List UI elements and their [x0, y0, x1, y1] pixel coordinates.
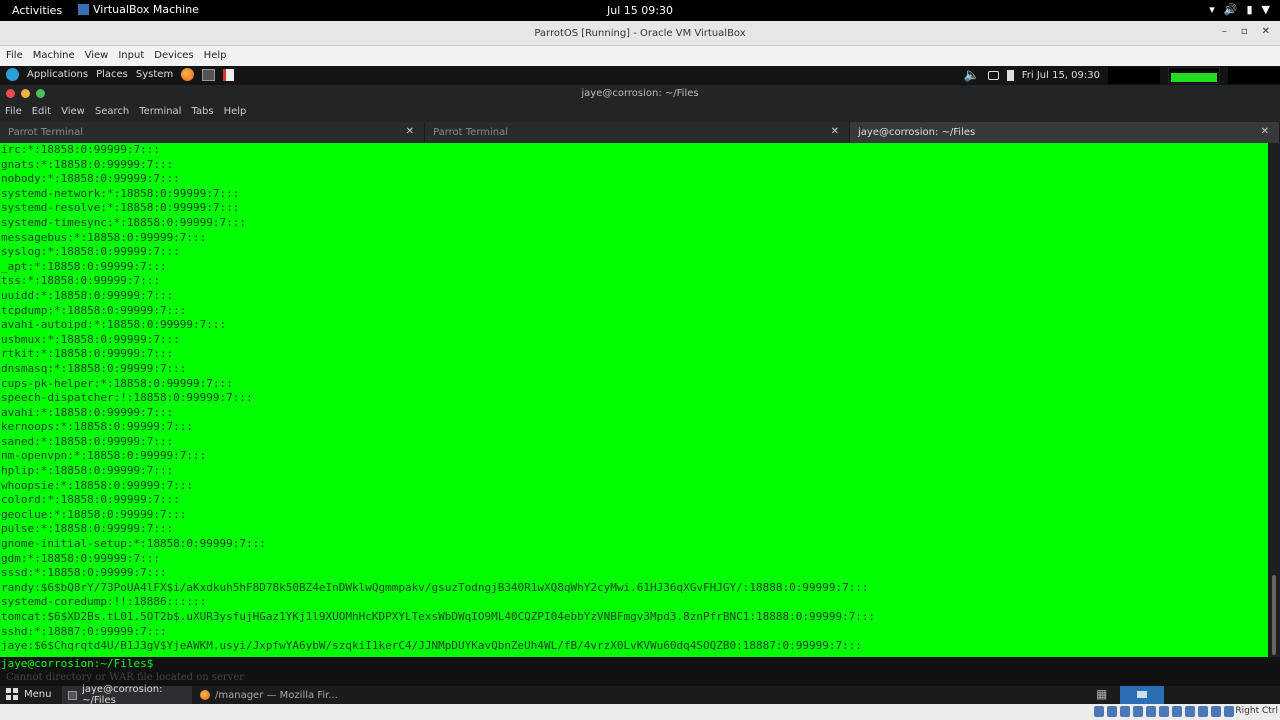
panel-menu-system[interactable]: System [136, 69, 173, 80]
terminal-menu-view[interactable]: View [61, 103, 91, 122]
gnome-top-bar: Activities VirtualBox Machine Jul 15 09:… [0, 0, 1280, 21]
taskbar-item-terminal[interactable]: jaye@corrosion: ~/Files [62, 684, 192, 706]
device-status-icons[interactable] [1094, 706, 1234, 717]
scrollbar-thumb[interactable] [1272, 575, 1276, 655]
host-key-label: Right Ctrl [1235, 706, 1278, 716]
wifi-icon: ▾ [1209, 3, 1215, 16]
usb-icon[interactable] [1146, 706, 1156, 717]
show-desktop-icon[interactable]: ▦ [1096, 687, 1120, 703]
terminal-title: jaye@corrosion: ~/Files [581, 88, 699, 99]
terminal-output[interactable]: irc:*:18858:0:99999:7::: gnats:*:18858:0… [0, 143, 1268, 657]
terminal-menu-terminal[interactable]: Terminal [139, 103, 187, 122]
system-tray[interactable]: ▾ 🔊 ▮ ▼ [1209, 3, 1270, 16]
keyboard-icon[interactable] [1224, 706, 1234, 717]
volume-icon[interactable]: 🔈 [964, 68, 980, 83]
panel-menu-applications[interactable]: Applications [27, 69, 88, 80]
firefox-launcher-icon[interactable] [181, 68, 195, 81]
taskbar-menu-label: Menu [24, 688, 52, 700]
terminal-icon [68, 690, 78, 700]
shared-folder-icon[interactable] [1159, 706, 1169, 717]
panel-clock[interactable]: Fri Jul 15, 09:30 [1022, 70, 1100, 81]
tab-close-icon[interactable]: ✕ [406, 126, 414, 137]
menu-help[interactable]: Help [203, 46, 232, 66]
taskbar-item-label: /manager — Mozilla Fir... [215, 689, 338, 701]
parrot-logo-icon[interactable] [6, 68, 19, 81]
text-editor-launcher-icon[interactable] [223, 68, 235, 81]
virtualbox-icon [78, 4, 89, 15]
terminal-menu-edit[interactable]: Edit [32, 103, 57, 122]
tab-parrot-terminal-2[interactable]: Parrot Terminal ✕ [425, 122, 850, 143]
tab-parrot-terminal-1[interactable]: Parrot Terminal ✕ [0, 122, 425, 143]
activities-button[interactable]: Activities [12, 4, 62, 17]
menu-grid-icon [6, 688, 18, 700]
shadow-file-contents: irc:*:18858:0:99999:7::: gnats:*:18858:0… [1, 143, 876, 653]
mate-top-panel: Applications Places System 🔈 Fri Jul 15,… [0, 66, 1280, 85]
battery-icon: ▮ [1246, 3, 1253, 16]
taskbar-menu-button[interactable]: Menu [6, 688, 51, 700]
terminal-menu-file[interactable]: File [5, 103, 28, 122]
terminal-launcher-icon[interactable] [202, 68, 216, 81]
terminal-tabs: Parrot Terminal ✕ Parrot Terminal ✕ jaye… [0, 122, 1280, 143]
close-icon[interactable]: ✕ [1262, 26, 1270, 37]
guest-display[interactable]: Applications Places System 🔈 Fri Jul 15,… [0, 66, 1280, 706]
terminal-titlebar: jaye@corrosion: ~/Files [0, 85, 1280, 103]
display-icon[interactable] [1172, 706, 1182, 717]
menu-file[interactable]: File [5, 46, 28, 66]
terminal-menu-tabs[interactable]: Tabs [191, 103, 219, 122]
power-menu-icon: ▼ [1261, 3, 1270, 16]
app-menu-label: VirtualBox Machine [93, 3, 199, 16]
firefox-icon [200, 690, 210, 700]
audio-icon[interactable] [1120, 706, 1130, 717]
tab-label: Parrot Terminal [433, 127, 509, 138]
network-icon[interactable] [1133, 706, 1143, 717]
cpu-icon[interactable] [1198, 706, 1208, 717]
tab-files[interactable]: jaye@corrosion: ~/Files ✕ [850, 122, 1280, 143]
optical-drive-icon[interactable] [1107, 706, 1117, 717]
mate-bottom-panel: Menu jaye@corrosion: ~/Files /manager — … [0, 684, 1280, 706]
terminal-menubar: File Edit View Search Terminal Tabs Help [0, 103, 1280, 122]
menu-view[interactable]: View [84, 46, 114, 66]
terminal-menu-search[interactable]: Search [95, 103, 135, 122]
virtualbox-titlebar: ParrotOS [Running] - Oracle VM VirtualBo… [0, 21, 1280, 46]
prompt-line[interactable]: jaye@corrosion:~/Files$ [0, 657, 1280, 672]
virtualbox-menubar: File Machine View Input Devices Help [0, 46, 1280, 66]
background-text: Cannot directory or WAR file located on … [6, 672, 245, 683]
tab-label: Parrot Terminal [8, 127, 84, 138]
terminal-menu-help[interactable]: Help [224, 103, 253, 122]
panel-menu-places[interactable]: Places [96, 69, 128, 80]
menu-input[interactable]: Input [117, 46, 149, 66]
workspace-switcher[interactable] [1120, 686, 1164, 704]
background-window-text: Cannot directory or WAR file located on … [0, 672, 1280, 686]
hdd-icon[interactable] [1094, 706, 1104, 717]
screen-icon[interactable] [987, 71, 999, 80]
system-monitor-cpu [1108, 67, 1160, 84]
tab-close-icon[interactable]: ✕ [1261, 126, 1269, 137]
minimize-icon[interactable]: – [1222, 26, 1227, 37]
window-title: ParrotOS [Running] - Oracle VM VirtualBo… [534, 28, 746, 39]
menu-machine[interactable]: Machine [32, 46, 80, 66]
recording-icon[interactable] [1185, 706, 1195, 717]
system-monitor-mem [1168, 67, 1220, 84]
taskbar-item-label: jaye@corrosion: ~/Files [82, 684, 163, 706]
tab-close-icon[interactable]: ✕ [831, 126, 839, 137]
mouse-integration-icon[interactable] [1211, 706, 1221, 717]
workspace-window-thumb [1137, 691, 1147, 698]
maximize-icon[interactable]: ▫ [1241, 26, 1248, 37]
shell-prompt: jaye@corrosion:~/Files$ [1, 657, 154, 670]
virtualbox-statusbar: Right Ctrl [0, 704, 1280, 720]
system-monitor-net [1228, 67, 1280, 84]
menu-devices[interactable]: Devices [153, 46, 198, 66]
taskbar-item-firefox[interactable]: /manager — Mozilla Fir... [194, 686, 354, 704]
app-menu[interactable]: VirtualBox Machine [78, 3, 199, 16]
terminal-scrollbar[interactable] [1268, 143, 1280, 657]
tab-label: jaye@corrosion: ~/Files [858, 127, 976, 138]
battery-icon[interactable] [1006, 70, 1014, 81]
volume-icon: 🔊 [1223, 3, 1238, 16]
